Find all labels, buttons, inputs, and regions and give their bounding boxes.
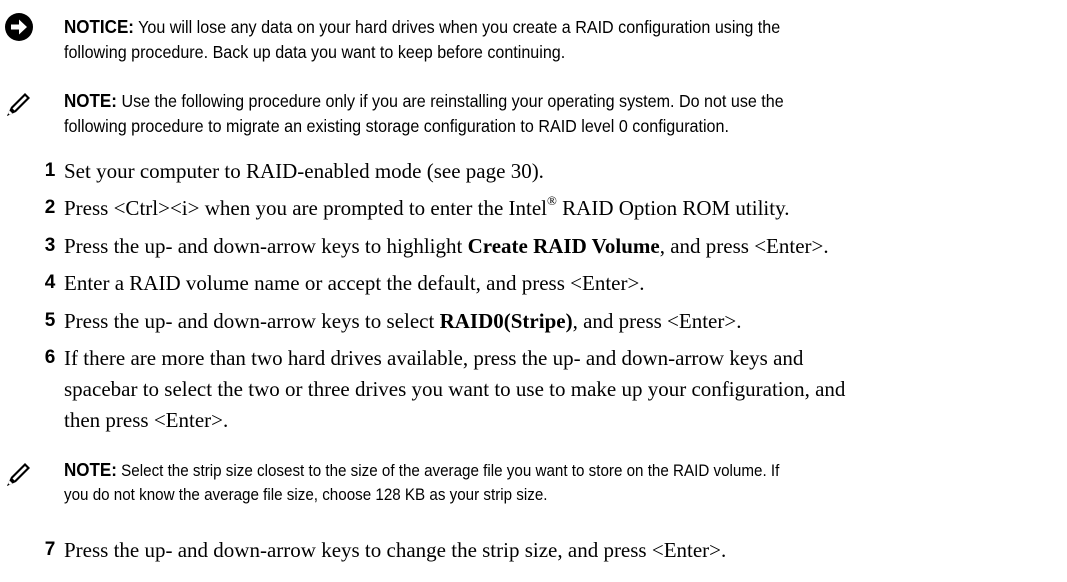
step-6-line1: If there are more than two hard drives a… (64, 346, 804, 370)
note-2-label: NOTE: (64, 459, 117, 480)
note-2-line1: Select the strip size closest to the siz… (121, 462, 780, 480)
step-text: If there are more than two hard drives a… (64, 343, 1054, 436)
notice-line1: You will lose any data on your hard driv… (138, 17, 781, 37)
pencil-icon (7, 93, 30, 116)
step-number: 6 (44, 347, 56, 368)
step-text-pre: Press the up- and down-arrow keys to sel… (64, 309, 440, 333)
step-6-line3: then press <Enter>. (64, 408, 229, 432)
note-2-text: NOTE: Select the strip size closest to t… (64, 458, 1067, 507)
notice-label: NOTICE: (64, 16, 134, 37)
arrow-right-circle-icon (5, 13, 33, 41)
step-text-pre: Press the up- and down-arrow keys to hig… (64, 234, 468, 258)
step-text: Press the up- and down-arrow keys to cha… (64, 538, 727, 562)
note-1-line1: Use the following procedure only if you … (121, 91, 784, 111)
menu-option-create-raid-volume: Create RAID Volume (467, 234, 660, 258)
step-number: 1 (44, 160, 56, 181)
menu-option-raid0-stripe: RAID0(Stripe) (439, 309, 573, 333)
step-text: Set your computer to RAID-enabled mode (… (64, 159, 544, 183)
step-number: 3 (44, 235, 56, 256)
note-2-line2: you do not know the average file size, c… (64, 486, 548, 504)
step-text: Press the up- and down-arrow keys to sel… (64, 306, 1054, 337)
notice-line2: following procedure. Back up data you wa… (64, 42, 566, 62)
note-block-2: NOTE: Select the strip size closest to t… (0, 458, 1040, 518)
note-1-label: NOTE: (64, 90, 117, 111)
step-text-post: , and press <Enter>. (659, 234, 829, 258)
step-number: 7 (44, 539, 56, 560)
notice-block: NOTICE: You will lose any data on your h… (0, 10, 1040, 70)
note-1-text: NOTE: Use the following procedure only i… (64, 88, 1048, 139)
note-block-1: NOTE: Use the following procedure only i… (0, 88, 1040, 148)
step-6-line2: spacebar to select the two or three driv… (64, 377, 846, 401)
step-number: 5 (44, 310, 56, 331)
notice-text: NOTICE: You will lose any data on your h… (64, 14, 1048, 65)
step-text-post: RAID Option ROM utility. (556, 196, 790, 220)
note-1-line2: following procedure to migrate an existi… (64, 116, 729, 136)
step-text-post: , and press <Enter>. (572, 309, 742, 333)
registered-mark: ® (547, 193, 557, 208)
step-text: Press the up- and down-arrow keys to hig… (64, 231, 1054, 262)
step-number: 2 (44, 197, 56, 218)
step-text: Press <Ctrl><i> when you are prompted to… (64, 193, 1054, 224)
step-number: 4 (44, 272, 56, 293)
step-text-pre: Press <Ctrl><i> when you are prompted to… (64, 196, 548, 220)
pencil-icon (7, 463, 30, 486)
step-text: Enter a RAID volume name or accept the d… (64, 271, 645, 295)
